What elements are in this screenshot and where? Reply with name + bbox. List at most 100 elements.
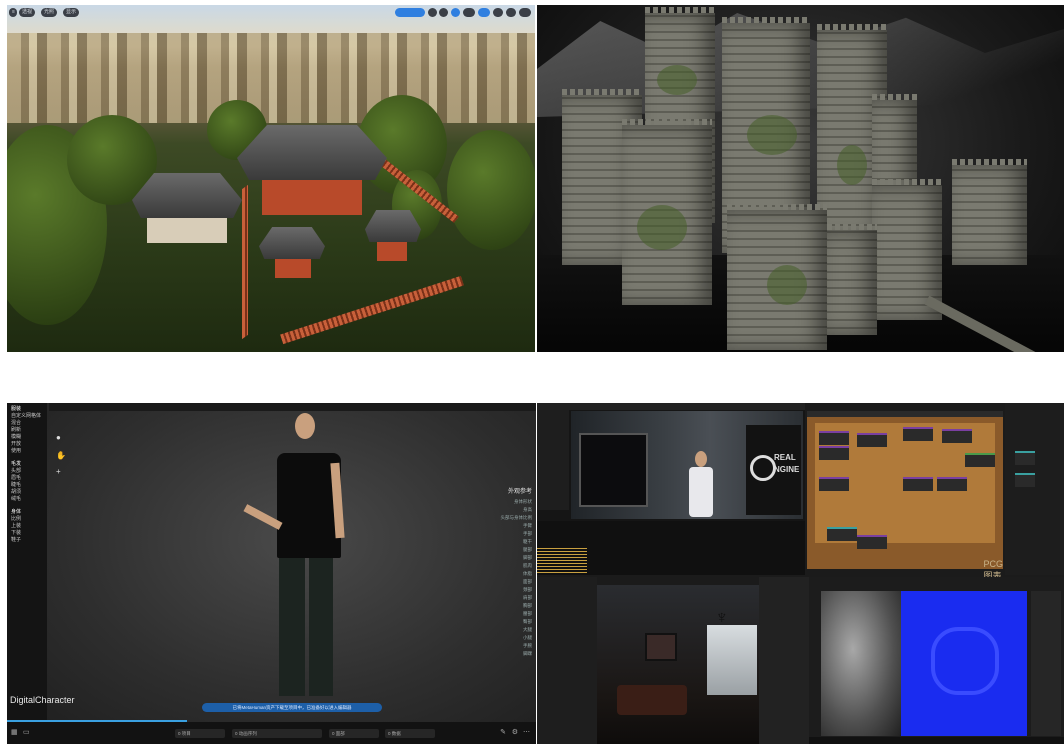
sidebar-item[interactable]: 胡须 [11, 488, 21, 495]
property-item[interactable]: 小腿 [496, 634, 536, 642]
property-item[interactable]: 颈部 [496, 586, 536, 594]
viewport-top-toolbar[interactable] [49, 403, 536, 411]
viewport-perspective-button[interactable]: 透视 [19, 8, 36, 17]
light-icon[interactable]: ● [56, 433, 61, 442]
sidebar-item[interactable]: 眉毛 [11, 474, 21, 481]
sidebar-item[interactable]: 鞋子 [11, 536, 21, 543]
sidebar-item[interactable]: 头部 [11, 467, 21, 474]
modes-panel[interactable] [537, 410, 569, 510]
graph-node[interactable] [819, 446, 849, 460]
property-item[interactable]: 脚部 [496, 554, 536, 562]
character-leg [309, 558, 333, 696]
graph-node[interactable] [903, 427, 933, 441]
output-log[interactable] [537, 521, 805, 575]
properties-list: 身体形状 身高 头部与身体比例 手臂 手部 躯干 腿部 脚部 肌肉 体脂 面部 … [496, 498, 536, 658]
download-notice-banner: 已将MetaHuman资产下载至项目中，已准备好以进入编辑器 [202, 703, 382, 712]
more-icon[interactable]: ⋯ [523, 728, 530, 736]
graph-node[interactable] [819, 431, 849, 445]
chandelier-icon: ♆ [715, 607, 729, 627]
pcg-graph-window[interactable]: PCG图表 [807, 411, 1003, 581]
cliff-backdrop [7, 33, 535, 123]
editor-menu-bar[interactable] [537, 403, 805, 410]
move-icon[interactable]: + [56, 467, 61, 476]
sidebar-item[interactable]: 自定义网格体 [11, 412, 41, 419]
graph-node[interactable] [819, 477, 849, 491]
graph-node[interactable] [942, 429, 972, 443]
graph-node[interactable] [903, 477, 933, 491]
viewport-show-button[interactable]: 显示 [63, 8, 80, 17]
sidebar-item[interactable]: 下装 [11, 529, 21, 536]
maximize-icon[interactable] [519, 8, 531, 17]
sidebar-item[interactable]: 绒毛 [11, 495, 21, 502]
sidebar-item[interactable]: 模糊 [11, 433, 21, 440]
viewport-lit-button[interactable]: 光照 [41, 8, 58, 17]
snap-icon[interactable] [428, 8, 437, 17]
sidebar-item[interactable]: 比例 [11, 515, 21, 522]
graph-node[interactable] [937, 477, 967, 491]
normal-map-preview [901, 591, 1027, 736]
property-item[interactable]: 躯干 [496, 538, 536, 546]
settings-icon[interactable]: ⚙ [512, 728, 518, 736]
sidebar-item[interactable]: 使用 [11, 447, 21, 454]
data-field[interactable]: 0 数据 [385, 729, 435, 738]
graph-node[interactable] [857, 433, 887, 447]
sidebar-item[interactable]: 睫毛 [11, 481, 21, 488]
property-item[interactable]: 脚踝 [496, 650, 536, 658]
material-editor-window[interactable] [809, 577, 1064, 744]
graph-node[interactable] [1015, 473, 1035, 487]
village-viewport[interactable]: ≡ 透视 光照 显示 [7, 5, 535, 352]
transform-tools-group[interactable] [395, 8, 425, 17]
property-item[interactable]: 腰部 [496, 610, 536, 618]
property-item[interactable]: 面部 [496, 578, 536, 586]
property-item[interactable]: 大腿 [496, 626, 536, 634]
graph-node[interactable] [857, 535, 887, 549]
level-viewport[interactable]: REAL NGINE [571, 411, 803, 519]
property-item[interactable]: 胸部 [496, 602, 536, 610]
mug-shape-icon [931, 627, 999, 695]
faces-field[interactable]: 0 面部 [329, 729, 379, 738]
details-panel[interactable] [1005, 403, 1064, 575]
interior-viewport[interactable]: ♆ [597, 585, 759, 744]
camera-speed-icon[interactable] [506, 8, 516, 17]
property-item[interactable]: 手腕 [496, 642, 536, 650]
animations-field[interactable]: 0 动画序列 [232, 729, 322, 738]
property-item[interactable]: 肩部 [496, 594, 536, 602]
property-item[interactable]: 身高 [496, 506, 536, 514]
graph-tab-bar[interactable] [807, 411, 1003, 417]
sidebar-item[interactable]: 开放 [11, 440, 21, 447]
graph-node[interactable] [827, 527, 857, 541]
graph-node[interactable] [1015, 451, 1035, 465]
property-item[interactable]: 头部与身体比例 [496, 514, 536, 522]
scale-value-icon[interactable] [493, 8, 503, 17]
content-panel[interactable] [759, 577, 809, 744]
property-item[interactable]: 手部 [496, 530, 536, 538]
menu-icon[interactable]: ≡ [9, 8, 17, 17]
outliner-panel[interactable] [537, 577, 597, 744]
property-item[interactable]: 手臂 [496, 522, 536, 530]
rotate-snap-icon[interactable] [451, 8, 460, 17]
rotate-value-icon[interactable] [463, 8, 475, 17]
scale-snap-icon[interactable] [478, 8, 490, 17]
property-item[interactable]: 腿部 [496, 546, 536, 554]
property-item[interactable]: 肌肉 [496, 562, 536, 570]
sidebar-item[interactable]: 混合 [11, 419, 21, 426]
body-parts-sidebar: 服装 自定义网格体 混合 刷新 模糊 开放 使用 毛发 头部 眉毛 睫毛 胡须 … [7, 403, 47, 744]
material-details-panel[interactable] [1031, 591, 1061, 736]
property-item[interactable]: 体脂 [496, 570, 536, 578]
property-item[interactable]: 臀部 [496, 618, 536, 626]
main-hall-roof [237, 125, 387, 180]
property-item[interactable]: 身体形状 [496, 498, 536, 506]
camera-icon[interactable]: ▭ [23, 728, 30, 736]
character-editor-viewport[interactable]: 服装 自定义网格体 混合 刷新 模糊 开放 使用 毛发 头部 眉毛 睫毛 胡须 … [7, 403, 536, 744]
sidebar-item[interactable]: 刷新 [11, 426, 21, 433]
sidebar-item[interactable]: 上装 [11, 522, 21, 529]
projects-field[interactable]: 0 项目 [175, 729, 225, 738]
graph-node[interactable] [965, 453, 995, 467]
level-editor-window[interactable]: REAL NGINE [537, 403, 805, 575]
pose-icon[interactable]: ✋ [56, 451, 66, 460]
grid-icon[interactable] [439, 8, 448, 17]
edit-icon[interactable]: ✎ [500, 728, 506, 736]
grid-icon[interactable]: ▦ [11, 728, 18, 736]
engine-logo-icon [750, 455, 776, 481]
castle-viewport[interactable] [537, 5, 1064, 352]
